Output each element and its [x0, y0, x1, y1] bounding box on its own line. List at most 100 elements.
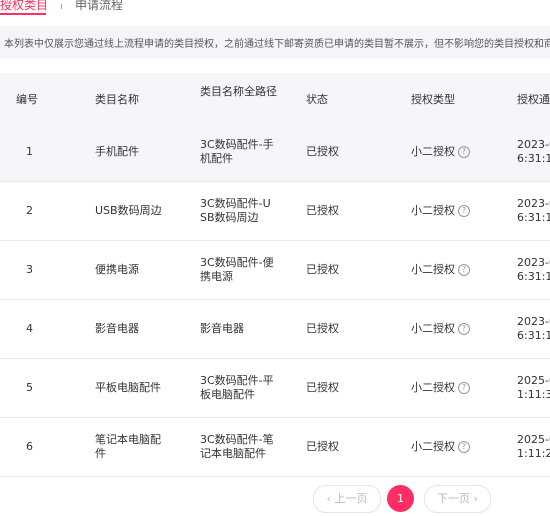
auth-date: 2023-06:31:1 [517, 315, 550, 343]
cell-line: 1:11:3 [517, 388, 550, 401]
cell-line: 笔记本电脑配 [95, 433, 161, 446]
active-tab-indicator [0, 13, 46, 15]
row-number: 6 [26, 440, 33, 453]
col-header-name: 类目名称 [95, 93, 139, 106]
cell-line: 件 [95, 447, 106, 460]
table-row: 5 平板电脑配件 3C数码配件-平板电脑配件 已授权 小二授权? 2025-01:11:3 [0, 359, 550, 418]
auth-date: 2025-01:11:3 [517, 374, 550, 402]
col-header-date: 授权通 [517, 93, 550, 106]
cell-line: 记本电脑配件 [200, 447, 266, 460]
table-header: 编号 类目名称 类目名称全路径 状态 授权类型 授权通 [0, 73, 550, 123]
col-header-status: 状态 [306, 93, 328, 106]
category-name: 手机配件 [95, 145, 139, 159]
auth-date: 2023-06:31:1 [517, 256, 550, 284]
cell-line: 机配件 [200, 152, 233, 165]
question-circle-icon[interactable]: ? [458, 146, 470, 158]
cell-line: 3C数码配件-U [200, 197, 271, 210]
cell-line: 1:11:2 [517, 447, 550, 460]
category-name: 平板电脑配件 [95, 381, 161, 395]
cell-line: 平板电脑配件 [95, 381, 161, 394]
table-row: 1 手机配件 3C数码配件-手机配件 已授权 小二授权? 2023-06:31:1 [0, 123, 550, 182]
tab-separator: ı [60, 1, 63, 12]
tab-application-process[interactable]: 申请流程 [75, 0, 123, 13]
table-row: 2 USB数码周边 3C数码配件-USB数码周边 已授权 小二授权? 2023-06:31… [0, 182, 550, 241]
category-path: 3C数码配件-便 携电源 [200, 256, 274, 284]
status-text: 已授权 [306, 145, 339, 158]
status-text: 已授权 [306, 322, 339, 335]
tab-authorized-categories[interactable]: 授权类目 [0, 0, 48, 13]
table-row: 6 笔记本电脑配件 3C数码配件-笔记本电脑配件 已授权 小二授权? 2025-01:11… [0, 418, 550, 477]
category-name: 笔记本电脑配件 [95, 433, 161, 461]
cell-line: 影音电器 [95, 322, 139, 335]
cell-line: 3C数码配件-笔 [200, 433, 274, 446]
tab-bar: 授权类目 ı 申请流程 [0, 0, 550, 18]
auth-type: 小二授权? [411, 440, 470, 454]
cell-line: 板电脑配件 [200, 388, 255, 401]
col-header-no: 编号 [16, 93, 38, 106]
question-circle-icon[interactable]: ? [458, 441, 470, 453]
auth-type-label: 小二授权 [411, 381, 455, 394]
question-circle-icon[interactable]: ? [458, 382, 470, 394]
notice-text: 本列表中仅展示您通过线上流程申请的类目授权，之前通过线下邮寄资质已申请的类目暂不… [4, 39, 550, 50]
category-path: 3C数码配件-平 板电脑配件 [200, 374, 274, 402]
auth-date: 2023-06:31:1 [517, 138, 550, 166]
auth-type: 小二授权? [411, 204, 470, 218]
prev-page-button[interactable]: ‹ 上一页 [313, 485, 381, 513]
cell-line: 3C数码配件-平 [200, 374, 274, 387]
auth-type: 小二授权? [411, 263, 470, 277]
next-page-button[interactable]: 下一页 › [424, 485, 491, 513]
auth-type: 小二授权? [411, 145, 470, 159]
col-header-path: 类目名称全路径 [200, 85, 277, 98]
status-text: 已授权 [306, 263, 339, 276]
cell-line: 2023-0 [517, 315, 550, 328]
cell-line: 便携电源 [95, 263, 139, 276]
auth-date: 2023-06:31:1 [517, 197, 550, 225]
cell-line: USB数码周边 [95, 204, 162, 217]
table-row: 3 便携电源 3C数码配件-便携电源 已授权 小二授权? 2023-06:31:1 [0, 241, 550, 300]
cell-line: 2025-0 [517, 374, 550, 387]
category-path: 3C数码配件-手 机配件 [200, 138, 274, 166]
category-name: USB数码周边 [95, 204, 162, 218]
category-path: 3C数码配件-笔 记本电脑配件 [200, 433, 274, 461]
cell-line: 影音电器 [200, 322, 244, 335]
question-circle-icon[interactable]: ? [458, 205, 470, 217]
auth-type-label: 小二授权 [411, 322, 455, 335]
status-text: 已授权 [306, 204, 339, 217]
cell-line: SB数码周边 [200, 211, 259, 224]
auth-date: 2025-01:11:2 [517, 433, 550, 461]
question-circle-icon[interactable]: ? [458, 264, 470, 276]
cell-line: 6:31:1 [517, 152, 550, 165]
cell-line: 手机配件 [95, 145, 139, 158]
cell-line: 2023-0 [517, 197, 550, 210]
category-path: 影音电器 [200, 322, 244, 336]
category-table: 编号 类目名称 类目名称全路径 状态 授权类型 授权通 1 手机配件 3C数码配件-… [0, 73, 550, 477]
auth-type: 小二授权? [411, 381, 470, 395]
row-number: 5 [26, 381, 33, 394]
cell-line: 6:31:1 [517, 329, 550, 342]
auth-type-label: 小二授权 [411, 440, 455, 453]
category-name: 影音电器 [95, 322, 139, 336]
cell-line: 6:31:1 [517, 211, 550, 224]
row-number: 2 [26, 204, 33, 217]
cell-line: 2025-0 [517, 433, 550, 446]
auth-type-label: 小二授权 [411, 204, 455, 217]
row-number: 1 [26, 145, 33, 158]
cell-line: 2023-0 [517, 138, 550, 151]
status-text: 已授权 [306, 440, 339, 453]
cell-line: 3C数码配件-手 [200, 138, 274, 151]
category-path: 3C数码配件-U SB数码周边 [200, 197, 271, 225]
table-row: 4 影音电器 影音电器 已授权 小二授权? 2023-06:31:1 [0, 300, 550, 359]
current-page-button[interactable]: 1 [387, 485, 414, 512]
cell-line: 3C数码配件-便 [200, 256, 274, 269]
table-body: 1手机配件3C数码配件-手机配件已授权小二授权?2023-06:31:12USB… [0, 123, 550, 477]
auth-type-label: 小二授权 [411, 263, 455, 276]
cell-line: 6:31:1 [517, 270, 550, 283]
question-circle-icon[interactable]: ? [458, 323, 470, 335]
auth-type: 小二授权? [411, 322, 470, 336]
pagination: ‹ 上一页 1 下一页 › [0, 485, 550, 513]
notice-banner: 本列表中仅展示您通过线上流程申请的类目授权，之前通过线下邮寄资质已申请的类目暂不… [0, 26, 550, 59]
row-number: 3 [26, 263, 33, 276]
row-number: 4 [26, 322, 33, 335]
col-header-type: 授权类型 [411, 93, 455, 106]
category-name: 便携电源 [95, 263, 139, 277]
